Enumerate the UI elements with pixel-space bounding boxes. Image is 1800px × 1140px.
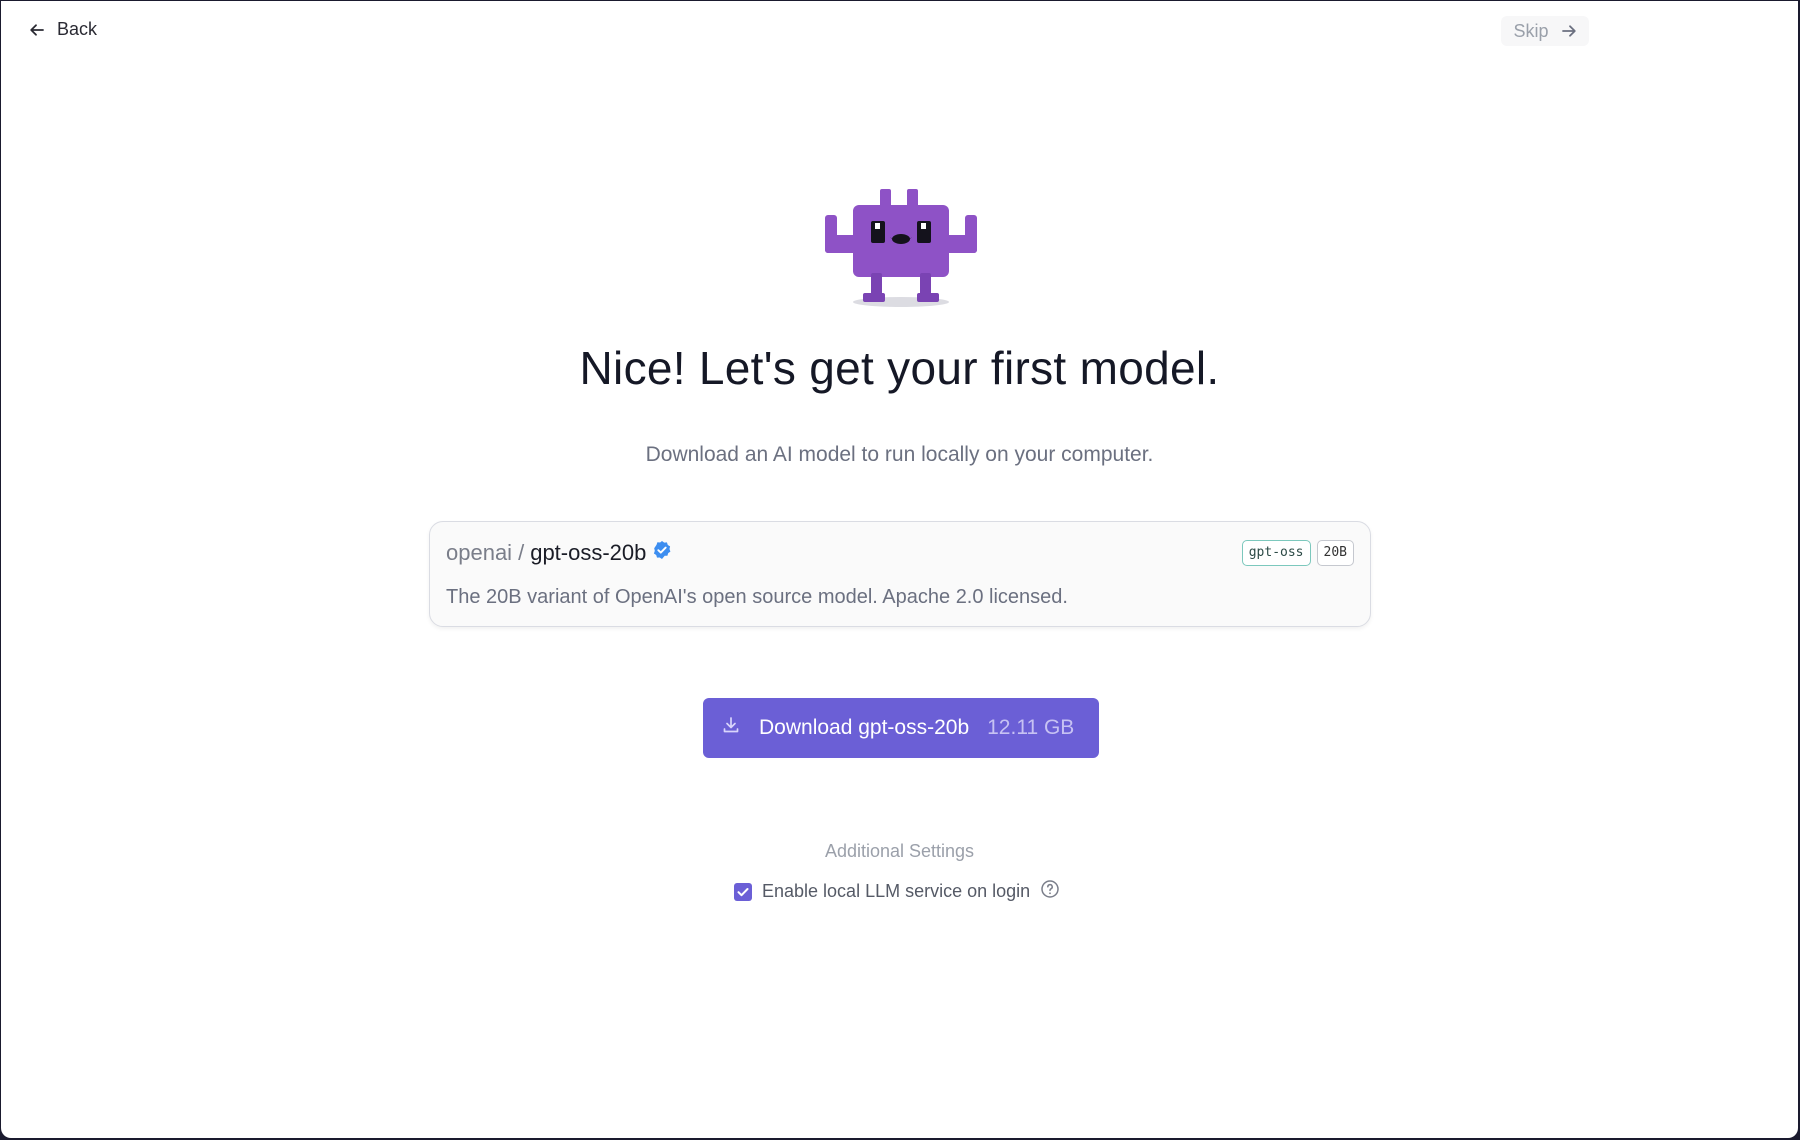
help-circle-icon[interactable] (1040, 879, 1060, 904)
app-window: Back Skip Nice! Let's get your first mod… (1, 1, 1798, 1138)
download-model-button[interactable]: Download gpt-oss-20b 12.11 GB (703, 698, 1099, 758)
model-tags: gpt-oss 20B (1241, 540, 1354, 566)
mascot-robot-icon (825, 185, 977, 309)
page-title: Nice! Let's get your first model. (579, 342, 1220, 394)
skip-button[interactable]: Skip (1501, 16, 1589, 46)
back-button[interactable]: Back (23, 15, 103, 44)
page-subtitle: Download an AI model to run locally on y… (645, 443, 1154, 466)
llm-service-checkbox[interactable] (734, 882, 752, 901)
tag-model-family: gpt-oss (1241, 540, 1311, 566)
arrow-right-icon (1561, 23, 1577, 39)
model-title: openai / gpt-oss-20b (446, 540, 672, 566)
checkmark-icon (737, 887, 749, 896)
download-icon (721, 715, 741, 741)
model-org: openai (446, 540, 513, 565)
top-bar: Back Skip (1, 1, 1798, 59)
verified-badge-icon (652, 540, 672, 566)
additional-settings-heading: Additional Settings (824, 841, 975, 861)
model-separator: / (518, 540, 525, 565)
model-card[interactable]: openai / gpt-oss-20b gpt-oss 20B The 20B… (429, 521, 1371, 627)
llm-service-setting: Enable local LLM service on login (734, 879, 1060, 904)
model-name: gpt-oss-20b (530, 540, 647, 565)
skip-label: Skip (1513, 20, 1549, 41)
model-description: The 20B variant of OpenAI's open source … (446, 586, 1068, 608)
back-label: Back (57, 19, 98, 39)
arrow-left-icon (29, 22, 45, 38)
download-size: 12.11 GB (987, 716, 1075, 739)
llm-service-label[interactable]: Enable local LLM service on login (762, 881, 1030, 902)
download-label: Download gpt-oss-20b (759, 716, 970, 739)
tag-model-size: 20B (1316, 540, 1354, 566)
